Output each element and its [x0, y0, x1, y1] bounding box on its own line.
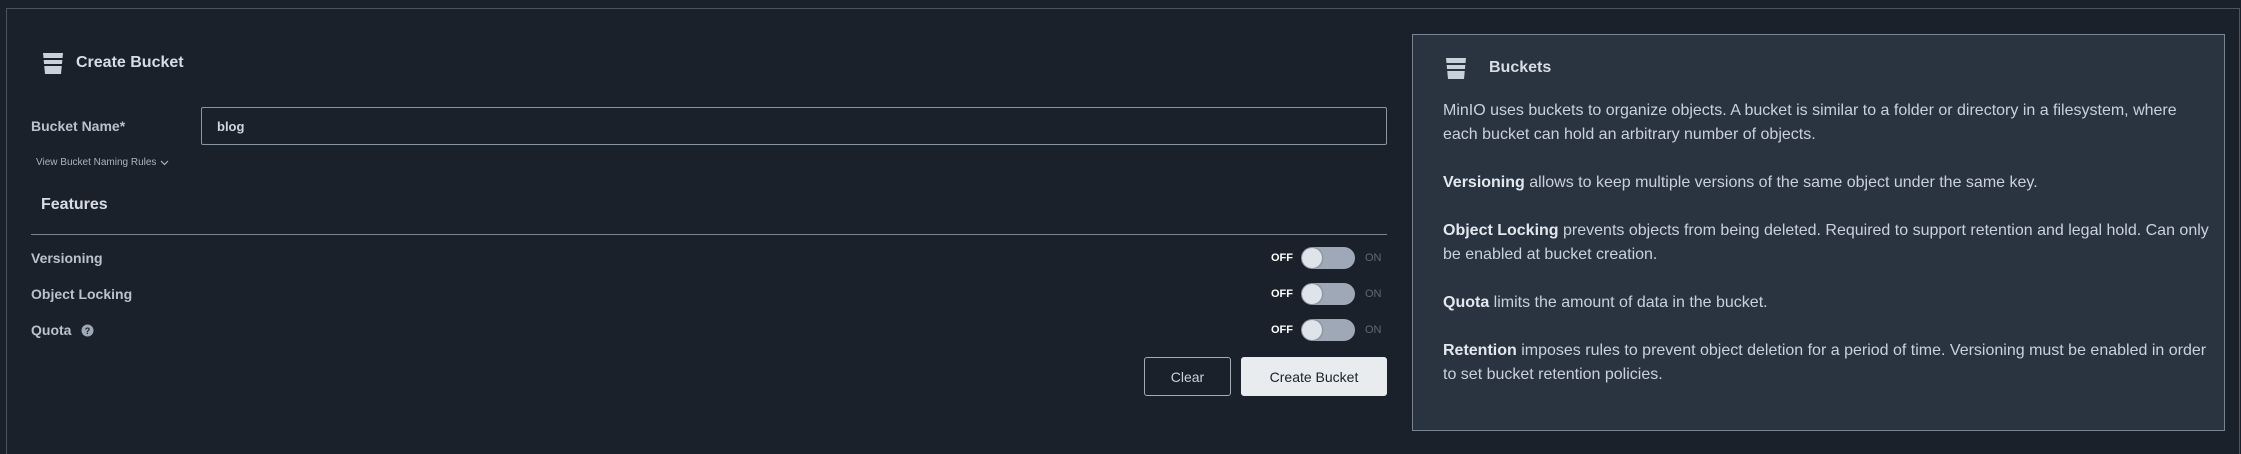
info-item-retention: Retention imposes rules to prevent objec…: [1443, 339, 2213, 387]
features-heading: Features: [41, 196, 108, 213]
page-title: Create Bucket: [76, 54, 184, 71]
toggle-knob: [1302, 284, 1322, 304]
quota-label-group: Quota ?: [31, 322, 94, 338]
clear-button[interactable]: Clear: [1144, 357, 1231, 396]
object-locking-on-label: ON: [1365, 288, 1382, 300]
info-term: Quota: [1443, 294, 1490, 311]
info-text: prevents objects from being deleted. Req…: [1443, 222, 2209, 263]
toggle-knob: [1302, 320, 1322, 340]
feature-row-object-locking: Object Locking OFF ON: [31, 281, 1387, 307]
bucket-icon: [1446, 58, 1466, 79]
info-term: Versioning: [1443, 174, 1525, 191]
form-header: Create Bucket: [40, 50, 184, 76]
bucket-icon: [43, 53, 63, 74]
info-item-versioning: Versioning allows to keep multiple versi…: [1443, 171, 2213, 195]
bucket-name-label: Bucket Name*: [31, 118, 126, 134]
versioning-toggle[interactable]: [1301, 247, 1355, 269]
info-text: allows to keep multiple versions of the …: [1524, 174, 2038, 191]
chevron-down-icon: [161, 160, 169, 165]
quota-off-label: OFF: [1271, 324, 1293, 336]
naming-rules-label: View Bucket Naming Rules: [36, 157, 157, 168]
quota-on-label: ON: [1365, 324, 1382, 336]
info-term: Retention: [1443, 342, 1517, 359]
object-locking-off-label: OFF: [1271, 288, 1293, 300]
object-locking-label: Object Locking: [31, 286, 133, 302]
toggle-knob: [1302, 248, 1322, 268]
info-text: imposes rules to prevent object deletion…: [1443, 342, 2207, 383]
feature-row-versioning: Versioning OFF ON: [31, 245, 1387, 271]
svg-text:?: ?: [85, 326, 91, 336]
info-title: Buckets: [1489, 59, 1552, 76]
naming-rules-link[interactable]: View Bucket Naming Rules: [36, 157, 169, 168]
object-locking-toggle-group: OFF ON: [1271, 283, 1387, 305]
create-bucket-button[interactable]: Create Bucket: [1241, 357, 1387, 396]
versioning-toggle-group: OFF ON: [1271, 247, 1387, 269]
quota-label: Quota: [31, 322, 72, 338]
info-body: MinIO uses buckets to organize objects. …: [1443, 99, 2213, 411]
question-circle-icon[interactable]: ?: [81, 324, 94, 337]
quota-toggle-group: OFF ON: [1271, 319, 1387, 341]
info-text: limits the amount of data in the bucket.: [1489, 294, 1768, 311]
versioning-on-label: ON: [1365, 252, 1382, 264]
info-item-object-locking: Object Locking prevents objects from bei…: [1443, 219, 2213, 267]
info-term: Object Locking: [1443, 222, 1559, 239]
bucket-name-input[interactable]: [201, 107, 1387, 145]
feature-row-quota: Quota ? OFF ON: [31, 317, 1387, 343]
versioning-label: Versioning: [31, 250, 103, 266]
info-item-quota: Quota limits the amount of data in the b…: [1443, 291, 2213, 315]
info-header: Buckets: [1443, 55, 1551, 81]
features-divider: [31, 234, 1387, 235]
info-intro: MinIO uses buckets to organize objects. …: [1443, 102, 2177, 143]
buckets-info-panel: Buckets MinIO uses buckets to organize o…: [1412, 34, 2225, 431]
object-locking-toggle[interactable]: [1301, 283, 1355, 305]
versioning-off-label: OFF: [1271, 252, 1293, 264]
quota-toggle[interactable]: [1301, 319, 1355, 341]
